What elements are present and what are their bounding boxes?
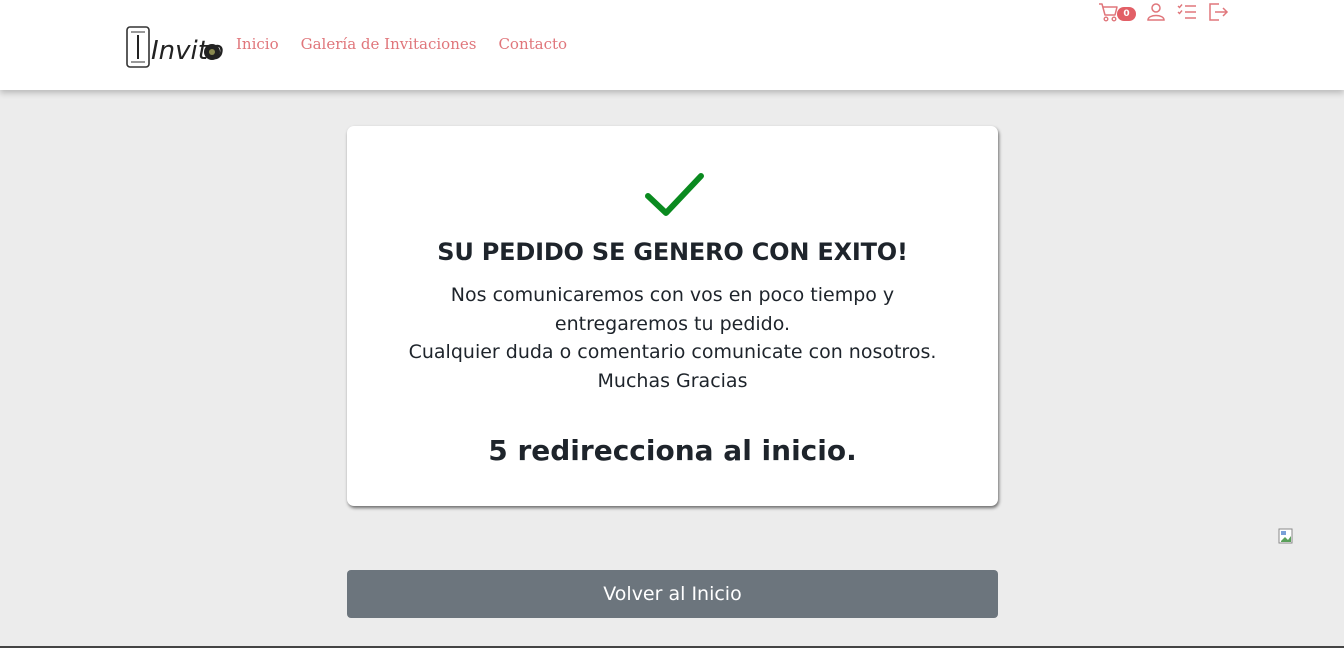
- cart-button[interactable]: 0: [1098, 1, 1136, 23]
- main-nav: Inicio Galería de Invitaciones Contacto: [236, 35, 589, 53]
- logo[interactable]: Invito: [125, 25, 225, 69]
- logout-icon: [1209, 3, 1229, 21]
- nav-link-galeria[interactable]: Galería de Invitaciones: [301, 35, 477, 53]
- message-line-2: Cualquier duda o comentario comunicate c…: [408, 341, 937, 363]
- nav-link-contacto[interactable]: Contacto: [498, 35, 567, 53]
- confirmation-title: SU PEDIDO SE GENERO CON EXITO!: [437, 238, 908, 266]
- nav-icons: 0: [1098, 0, 1229, 24]
- logout-button[interactable]: [1207, 1, 1229, 23]
- order-confirmation-card: SU PEDIDO SE GENERO CON EXITO! Nos comun…: [347, 126, 998, 506]
- cart-count-badge: 0: [1117, 7, 1136, 21]
- nav-link-inicio[interactable]: Inicio: [236, 35, 279, 53]
- navbar: Invito Inicio Galería de Invitaciones Co…: [0, 0, 1344, 90]
- message-line-1: Nos comunicaremos con vos en poco tiempo…: [450, 284, 895, 335]
- user-button[interactable]: [1145, 1, 1167, 23]
- user-icon: [1147, 3, 1165, 21]
- broken-image-icon: [1278, 528, 1293, 544]
- list-icon: [1177, 4, 1196, 19]
- message-line-3: Muchas Gracias: [597, 369, 748, 392]
- back-to-home-button[interactable]: Volver al Inicio: [347, 570, 998, 618]
- orders-button[interactable]: [1176, 1, 1198, 23]
- confirmation-message: Nos comunicaremos con vos en poco tiempo…: [407, 281, 938, 395]
- checkmark-icon: [645, 173, 704, 216]
- redirect-countdown: 5 redirecciona al inicio.: [488, 434, 857, 467]
